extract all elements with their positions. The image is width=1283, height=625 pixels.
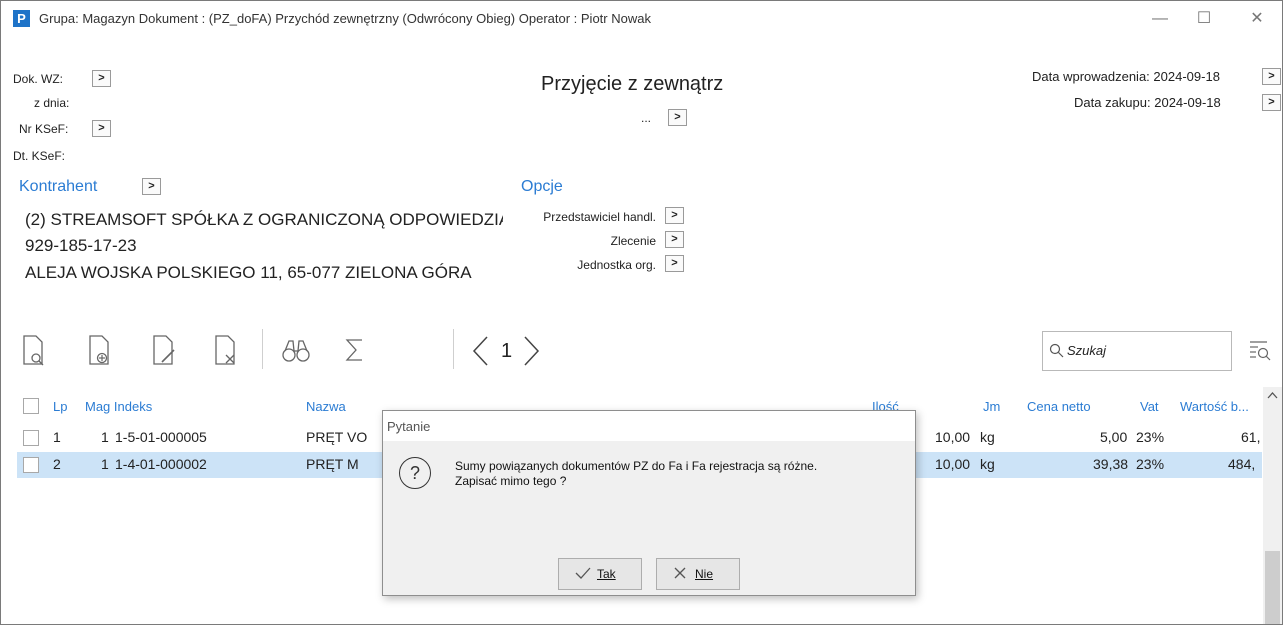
data-zakupu-button[interactable]: > — [1262, 94, 1281, 111]
document-number-button[interactable]: > — [668, 109, 687, 126]
row-wartosc: 61, — [1241, 429, 1261, 445]
no-button-label: Nie — [695, 567, 714, 581]
row-ilosc: 10,00 — [935, 456, 971, 472]
scroll-up-icon[interactable] — [1267, 391, 1278, 399]
advanced-search-icon[interactable] — [1247, 338, 1273, 362]
minimize-button[interactable]: — — [1140, 6, 1180, 32]
column-vat[interactable]: Vat — [1140, 399, 1159, 414]
data-zakupu-value: 2024-09-18 — [1154, 95, 1221, 110]
data-zakupu-label: Data zakupu: — [1074, 95, 1151, 110]
window-title: Grupa: Magazyn Dokument : (PZ_doFA) Przy… — [39, 11, 651, 26]
dialog-message-line1: Sumy powiązanych dokumentów PZ do Fa i F… — [455, 459, 818, 473]
przedstawiciel-button[interactable]: > — [665, 207, 684, 224]
column-wartosc[interactable]: Wartość b... — [1180, 399, 1249, 414]
przedstawiciel-label: Przedstawiciel handl. — [543, 210, 656, 224]
no-button[interactable]: Nie — [656, 558, 740, 590]
kontrahent-nip: 929-185-17-23 — [25, 236, 137, 255]
previous-page-icon[interactable] — [471, 335, 491, 366]
dialog-message-line2: Zapisać mimo tego ? — [455, 474, 567, 488]
vertical-scrollbar[interactable] — [1263, 387, 1282, 624]
jednostka-button[interactable]: > — [665, 255, 684, 272]
toolbar-separator — [262, 329, 263, 369]
row-jm: kg — [980, 429, 995, 445]
row-cena: 39,38 — [1093, 456, 1129, 472]
row-checkbox[interactable] — [23, 457, 39, 473]
row-mag: 1 — [101, 456, 109, 472]
dt-ksef-label: Dt. KSeF: — [13, 149, 66, 163]
add-document-icon[interactable] — [87, 335, 113, 365]
row-mag: 1 — [101, 429, 109, 445]
checkmark-icon — [575, 567, 591, 579]
row-indeks: 1-5-01-000005 — [115, 429, 207, 445]
x-icon — [674, 567, 686, 579]
binoculars-icon[interactable] — [281, 337, 311, 367]
dialog-title-bar: Pytanie — [383, 411, 915, 441]
close-button[interactable]: ✕ — [1237, 6, 1277, 32]
row-lp: 1 — [53, 429, 61, 445]
title-bar: P Grupa: Magazyn Dokument : (PZ_doFA) Pr… — [1, 1, 1282, 35]
main-window: P Grupa: Magazyn Dokument : (PZ_doFA) Pr… — [0, 0, 1283, 625]
kontrahent-select-button[interactable]: > — [142, 178, 161, 195]
column-lp[interactable]: Lp — [53, 399, 67, 414]
jednostka-label: Jednostka org. — [577, 258, 656, 272]
next-page-icon[interactable] — [521, 335, 541, 366]
column-mag-indeks[interactable]: Mag Indeks — [85, 399, 152, 414]
opcje-title: Opcje — [521, 178, 563, 195]
search-icon — [1049, 343, 1064, 358]
column-cena-netto[interactable]: Cena netto — [1027, 399, 1091, 414]
kontrahent-address: ALEJA WOJSKA POLSKIEGO 11, 65-077 ZIELON… — [25, 263, 472, 282]
zlecenie-label: Zlecenie — [610, 234, 656, 248]
app-logo-icon: P — [13, 10, 30, 27]
row-checkbox[interactable] — [23, 430, 39, 446]
yes-button[interactable]: Tak — [558, 558, 642, 590]
column-jm[interactable]: Jm — [983, 399, 1000, 414]
question-dialog: Pytanie ? Sumy powiązanych dokumentów PZ… — [382, 410, 916, 596]
row-cena: 5,00 — [1100, 429, 1128, 445]
search-box[interactable]: Szukaj — [1042, 331, 1232, 371]
row-nazwa: PRĘT VO — [306, 429, 368, 445]
toolbar-separator — [453, 329, 454, 369]
page-number: 1 — [501, 340, 513, 362]
row-vat: 23% — [1136, 456, 1165, 472]
document-title: Przyjęcie z zewnątrz — [541, 73, 724, 95]
row-nazwa: PRĘT M — [306, 456, 359, 472]
kontrahent-name: (2) STREAMSOFT SPÓŁKA Z OGRANICZONĄ ODPO… — [25, 210, 503, 229]
column-nazwa[interactable]: Nazwa — [306, 399, 346, 414]
row-indeks: 1-4-01-000002 — [115, 456, 207, 472]
zlecenie-button[interactable]: > — [665, 231, 684, 248]
dialog-title: Pytanie — [387, 419, 431, 434]
maximize-button[interactable]: ☐ — [1184, 6, 1224, 32]
row-ilosc: 10,00 — [935, 429, 971, 445]
dok-wz-label: Dok. WZ: — [13, 72, 63, 86]
z-dnia-label: z dnia: — [34, 96, 70, 110]
row-vat: 23% — [1136, 429, 1165, 445]
document-number: ... — [641, 111, 652, 125]
yes-button-label: Tak — [597, 567, 616, 581]
data-wprowadzenia: Data wprowadzenia: 2024-09-18 — [1032, 69, 1220, 84]
data-wprowadzenia-value: 2024-09-18 — [1153, 69, 1220, 84]
data-zakupu: Data zakupu: 2024-09-18 — [1074, 95, 1221, 110]
scrollbar-thumb[interactable] — [1265, 551, 1280, 624]
question-icon: ? — [399, 457, 431, 489]
select-all-checkbox[interactable] — [23, 398, 39, 414]
data-wprowadzenia-button[interactable]: > — [1262, 68, 1281, 85]
row-wartosc: 484, — [1228, 456, 1256, 472]
delete-document-icon[interactable] — [213, 335, 239, 365]
row-jm: kg — [980, 456, 995, 472]
dok-wz-select-button[interactable]: > — [92, 70, 111, 87]
search-input[interactable]: Szukaj — [1067, 343, 1106, 358]
nr-ksef-label: Nr KSeF: — [19, 122, 69, 136]
view-document-icon[interactable] — [21, 335, 47, 366]
sum-icon[interactable] — [344, 337, 370, 367]
nr-ksef-select-button[interactable]: > — [92, 120, 111, 137]
edit-document-icon[interactable] — [151, 335, 177, 365]
dialog-message: Sumy powiązanych dokumentów PZ do Fa i F… — [455, 459, 817, 489]
data-wprowadzenia-label: Data wprowadzenia: — [1032, 69, 1150, 84]
row-lp: 2 — [53, 456, 61, 472]
kontrahent-title[interactable]: Kontrahent — [19, 178, 97, 196]
